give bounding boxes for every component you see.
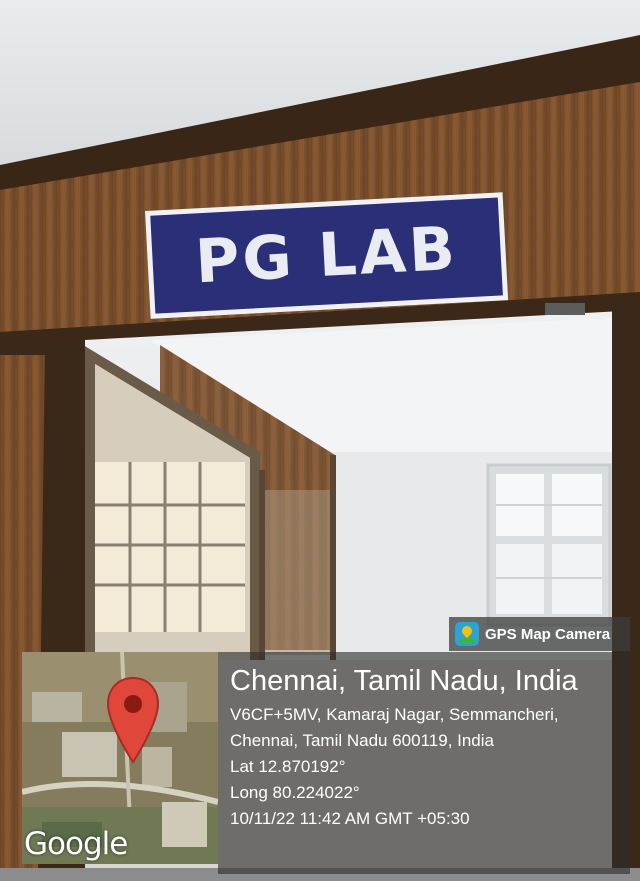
gps-map-camera-icon <box>455 622 479 646</box>
pg-lab-sign: PG LAB <box>145 192 509 319</box>
gps-badge-label: GPS Map Camera <box>485 625 611 643</box>
right-window <box>486 463 612 627</box>
map-thumbnail: Google <box>22 652 218 864</box>
left-window <box>95 462 245 632</box>
longitude: Long 80.224022° <box>230 783 360 802</box>
location-title: Chennai, Tamil Nadu, India <box>230 665 578 697</box>
sign-text: PG LAB <box>193 213 460 298</box>
location-pin-icon <box>106 676 160 764</box>
address-line-1: V6CF+5MV, Kamaraj Nagar, Semmancheri, <box>230 705 559 724</box>
gps-map-camera-badge: GPS Map Camera <box>449 617 630 651</box>
google-logo: Google <box>24 826 128 862</box>
photo-scene: PG LAB GPS Map Camera Google Chennai, Ta… <box>0 0 640 881</box>
timestamp: 10/11/22 11:42 AM GMT +05:30 <box>230 809 470 828</box>
latitude: Lat 12.870192° <box>230 757 346 776</box>
location-info-panel: Chennai, Tamil Nadu, India V6CF+5MV, Kam… <box>218 652 630 874</box>
address-line-2: Chennai, Tamil Nadu 600119, India <box>230 731 494 750</box>
